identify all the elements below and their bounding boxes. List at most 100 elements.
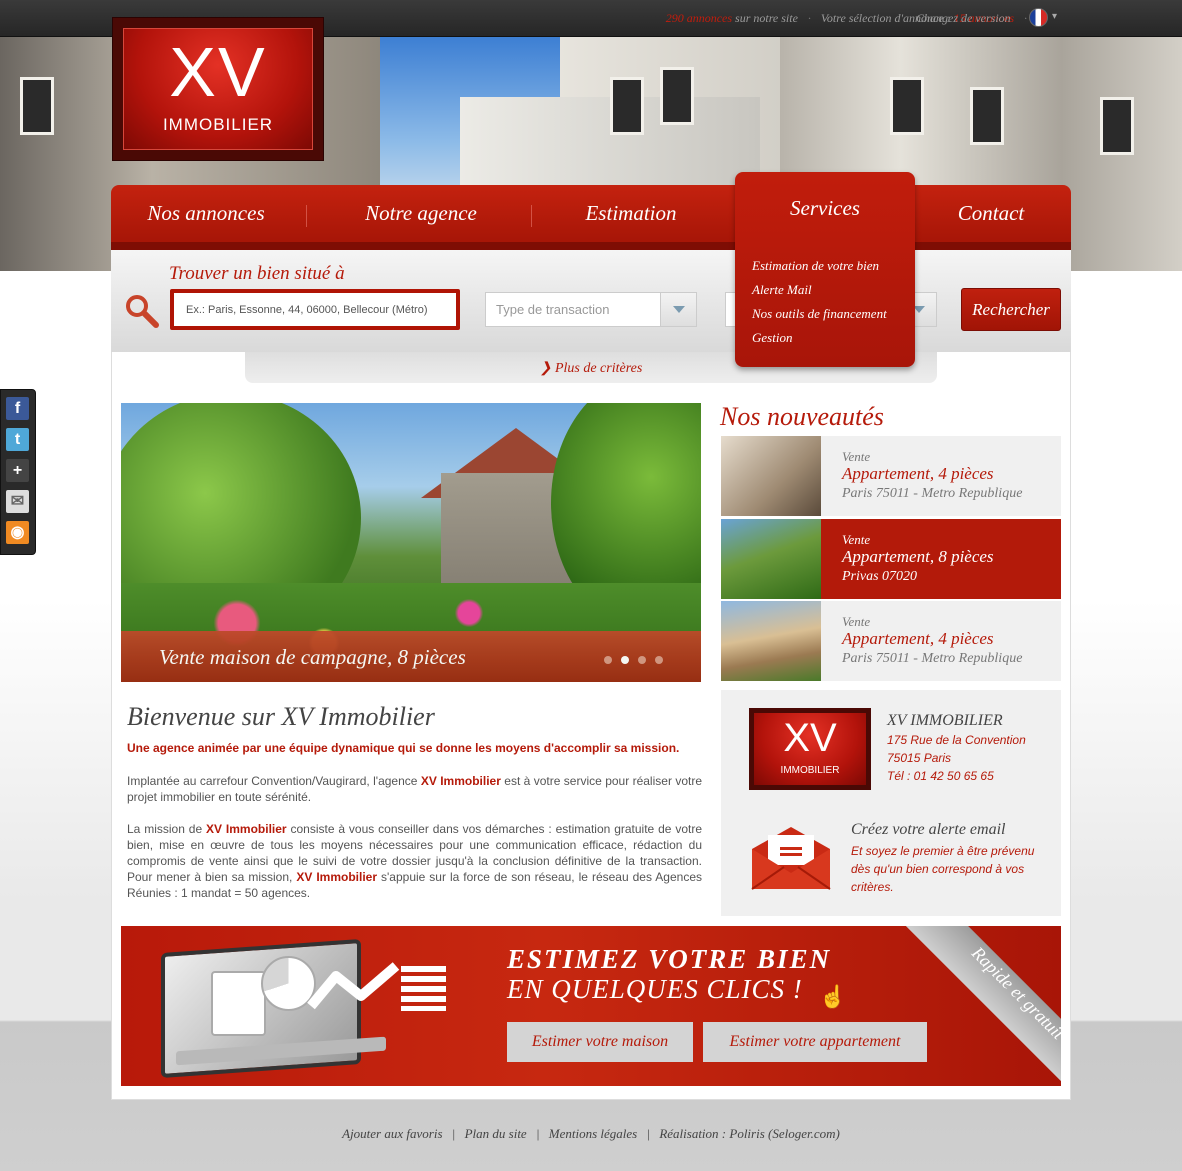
menu-item-alerte-mail[interactable]: Alerte Mail [752, 282, 887, 306]
news-thumbnail [721, 519, 821, 599]
twitter-icon[interactable]: t [6, 428, 29, 451]
menu-item-estimation[interactable]: Estimation de votre bien [752, 258, 887, 282]
estimate-apartment-button[interactable]: Estimer votre appartement [703, 1022, 927, 1062]
slider-dots [599, 651, 663, 669]
slider-caption[interactable]: Vente maison de campagne, 8 pièces [121, 631, 701, 682]
separator: | [646, 1126, 651, 1141]
nav-divider [531, 205, 532, 227]
alert-title[interactable]: Créez votre alerte email [851, 821, 1005, 839]
separator: · [807, 11, 811, 25]
agency-logo: XV IMMOBILIER [749, 708, 871, 790]
slider-dot[interactable] [638, 656, 646, 664]
news-type: Vente [842, 449, 871, 464]
line-chart-icon [307, 962, 400, 1010]
slider-dot[interactable] [604, 656, 612, 664]
window-image [20, 77, 54, 135]
slider-dot-active[interactable] [621, 656, 629, 664]
chevron-down-icon[interactable]: ▾ [1052, 11, 1057, 22]
location-search-input[interactable]: Ex.: Paris, Essonne, 44, 06000, Bellecou… [170, 289, 460, 330]
rapide-gratuit-ribbon: Rapide et gratuit [903, 926, 1061, 1086]
separator: | [451, 1126, 456, 1141]
footer-link-mentions[interactable]: Mentions légales [549, 1126, 637, 1141]
news-name: Appartement, 8 pièces [842, 547, 994, 566]
site-logo[interactable]: XV IMMOBILIER [112, 17, 324, 161]
logo-subtitle: IMMOBILIER [162, 115, 274, 134]
separator: · [1024, 11, 1027, 25]
news-title: Nos nouveautés [720, 402, 884, 431]
footer-link-plan[interactable]: Plan du site [465, 1126, 527, 1141]
nav-nos-annonces[interactable]: Nos annonces [131, 201, 281, 226]
search-icon [126, 295, 159, 328]
logo-text: XV [169, 33, 267, 111]
france-flag-icon[interactable] [1029, 8, 1048, 27]
brand-link[interactable]: XV Immobilier [296, 870, 377, 884]
news-name: Appartement, 4 pièces [842, 629, 994, 648]
list-icon [401, 966, 446, 1011]
transaction-type-select[interactable]: Type de transaction [485, 292, 697, 327]
dropdown-arrow-icon[interactable] [660, 293, 696, 326]
news-name: Appartement, 4 pièces [842, 464, 994, 483]
main-nav: Nos annonces Notre agence Estimation Con… [111, 185, 1071, 249]
services-dropdown: Services Estimation de votre bien Alerte… [735, 172, 915, 367]
logo-badge: XV IMMOBILIER [754, 713, 866, 785]
nav-contact[interactable]: Contact [931, 201, 1051, 226]
slider-dot[interactable] [655, 656, 663, 664]
pointer-hand-icon: ☝ [819, 984, 847, 1009]
window-image [1100, 97, 1134, 155]
nav-divider [306, 205, 307, 227]
news-item[interactable]: Vente Appartement, 8 pièces Privas 07020 [721, 519, 1061, 599]
services-menu: Estimation de votre bien Alerte Mail Nos… [752, 258, 887, 354]
footer-link-realisation[interactable]: Réalisation : Poliris (Seloger.com) [659, 1126, 840, 1141]
welcome-lead: Une agence animée par une équipe dynamiq… [127, 741, 680, 755]
news-type: Vente [842, 532, 871, 547]
facebook-icon[interactable]: f [6, 397, 29, 420]
news-location: Paris 75011 - Metro Republique [842, 651, 1023, 666]
window-image [610, 77, 644, 135]
news-location: Privas 07020 [842, 569, 918, 584]
listing-count-suffix: sur notre site [735, 11, 798, 25]
chevron-down-icon: ❯ [539, 361, 555, 376]
search-button[interactable]: Rechercher [961, 288, 1061, 331]
separator: | [535, 1126, 540, 1141]
nav-services[interactable]: Services [735, 196, 915, 221]
menu-item-financement[interactable]: Nos outils de financement [752, 306, 887, 330]
rss-icon[interactable]: ◉ [6, 521, 29, 544]
news-item[interactable]: Vente Appartement, 4 pièces Paris 75011 … [721, 436, 1061, 516]
brand-link[interactable]: XV Immobilier [206, 822, 287, 836]
nav-estimation[interactable]: Estimation [561, 201, 701, 226]
window-image [660, 67, 694, 125]
window-image [970, 87, 1004, 145]
news-thumbnail [721, 601, 821, 681]
slider-caption-text: Vente maison de campagne, 8 pièces [159, 645, 466, 669]
news-thumbnail [721, 436, 821, 516]
calculator-icon [211, 971, 266, 1036]
banner-subtitle: EN QUELQUES CLICS ! [507, 974, 803, 1004]
search-title: Trouver un bien situé à [169, 263, 345, 284]
transaction-type-placeholder: Type de transaction [496, 302, 610, 317]
brand-link[interactable]: XV Immobilier [421, 774, 501, 788]
menu-item-gestion[interactable]: Gestion [752, 330, 887, 354]
change-version-link[interactable]: Changez de version [916, 11, 1011, 26]
estimation-banner: ESTIMEZ VOTRE BIEN EN QUELQUES CLICS ! ☝… [121, 926, 1061, 1086]
footer-link-favoris[interactable]: Ajouter aux favoris [342, 1126, 442, 1141]
nav-bottom-border [111, 242, 1071, 250]
estimate-house-button[interactable]: Estimer votre maison [507, 1022, 693, 1062]
news-type: Vente [842, 614, 871, 629]
google-plus-icon[interactable]: + [6, 459, 29, 482]
nav-notre-agence[interactable]: Notre agence [341, 201, 501, 226]
agency-phone: Tél : 01 42 50 65 65 [887, 769, 994, 783]
listing-count-link[interactable]: 290 annonces [666, 11, 732, 25]
paragraph-text: Implantée au carrefour Convention/Vaugir… [127, 774, 421, 788]
window-image [890, 77, 924, 135]
footer-links: Ajouter aux favoris | Plan du site | Men… [0, 1126, 1182, 1142]
agency-name: XV IMMOBILIER [887, 712, 1003, 729]
more-criteria-label: Plus de critères [554, 361, 643, 376]
alert-text: Et soyez le premier à être prévenu dès q… [851, 844, 1035, 894]
agency-address: 175 Rue de la Convention [887, 733, 1026, 747]
agency-city: 75015 Paris [887, 751, 952, 765]
email-icon[interactable]: ✉ [6, 490, 29, 513]
mail-alert-icon[interactable] [750, 825, 832, 891]
welcome-paragraph: Implantée au carrefour Convention/Vaugir… [127, 773, 702, 805]
news-location: Paris 75011 - Metro Republique [842, 486, 1023, 501]
news-item[interactable]: Vente Appartement, 4 pièces Paris 75011 … [721, 601, 1061, 681]
